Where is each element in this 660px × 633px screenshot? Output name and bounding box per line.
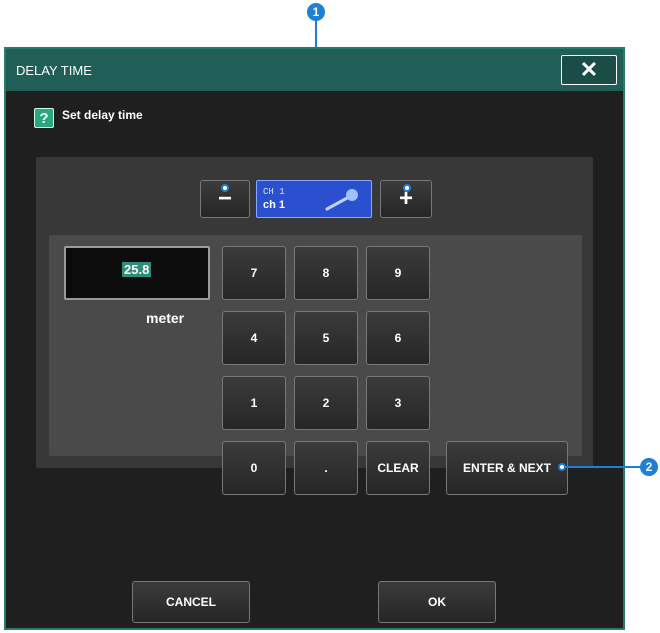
callout-badge-2: 2 — [640, 458, 658, 476]
key-decimal[interactable]: . — [294, 441, 358, 495]
ok-button[interactable]: OK — [378, 581, 496, 623]
callout-dot-enter — [558, 463, 566, 471]
key-9[interactable]: 9 — [366, 246, 430, 300]
close-button[interactable]: ✕ — [561, 55, 617, 85]
key-1[interactable]: 1 — [222, 376, 286, 430]
value-display: 25.8 — [64, 246, 210, 300]
channel-number: CH 1 — [263, 187, 285, 197]
key-3[interactable]: 3 — [366, 376, 430, 430]
key-4[interactable]: 4 — [222, 311, 286, 365]
callout-dot-minus — [221, 184, 229, 192]
dialog-title: DELAY TIME — [16, 63, 92, 78]
key-2[interactable]: 2 — [294, 376, 358, 430]
key-8[interactable]: 8 — [294, 246, 358, 300]
dialog-title-bar: DELAY TIME ✕ — [6, 49, 623, 92]
clear-button[interactable]: CLEAR — [366, 441, 430, 495]
help-text: Set delay time — [62, 108, 143, 122]
key-5[interactable]: 5 — [294, 311, 358, 365]
key-6[interactable]: 6 — [366, 311, 430, 365]
cancel-button[interactable]: CANCEL — [132, 581, 250, 623]
unit-label: meter — [146, 310, 185, 326]
callout-line-2 — [562, 466, 642, 468]
callout-dot-plus — [403, 184, 411, 192]
callout-badge-1: 1 — [307, 3, 325, 21]
microphone-icon — [325, 189, 358, 211]
channel-name: ch 1 — [263, 199, 286, 211]
enter-next-button[interactable]: ENTER & NEXT — [446, 441, 568, 495]
key-7[interactable]: 7 — [222, 246, 286, 300]
channel-select-button[interactable]: CH 1 ch 1 — [256, 180, 372, 218]
value-text: 25.8 — [122, 262, 152, 277]
key-0[interactable]: 0 — [222, 441, 286, 495]
close-icon: ✕ — [579, 57, 599, 82]
help-icon[interactable]: ? — [34, 108, 54, 128]
